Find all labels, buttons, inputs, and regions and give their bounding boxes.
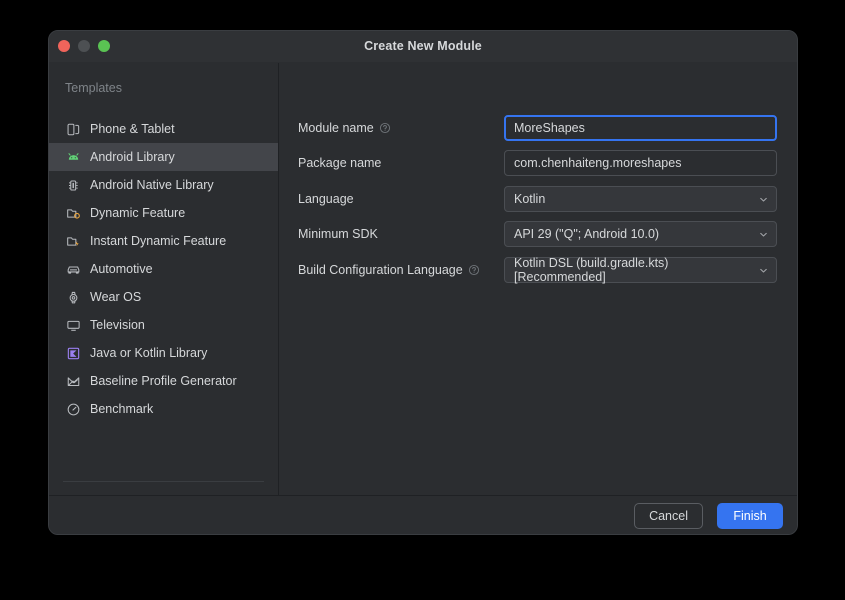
language-label: Language: [298, 192, 354, 206]
form-row-language: Language Kotlin: [298, 186, 777, 212]
module-name-input[interactable]: MoreShapes: [504, 115, 777, 141]
minimum-sdk-value: API 29 ("Q"; Android 10.0): [514, 227, 660, 241]
sidebar-item-automotive[interactable]: Automotive: [49, 255, 278, 283]
minimum-sdk-label: Minimum SDK: [298, 227, 378, 241]
language-value: Kotlin: [514, 192, 546, 206]
sidebar-item-dynamic-feature[interactable]: Dynamic Feature: [49, 199, 278, 227]
minimum-sdk-select[interactable]: API 29 ("Q"; Android 10.0): [504, 221, 777, 247]
sidebar-divider: [63, 481, 264, 482]
window-titlebar: Create New Module: [49, 31, 797, 63]
dynamic-feature-folder-icon: [65, 205, 81, 221]
sidebar-item-label: Automotive: [90, 262, 153, 276]
native-chip-icon: [65, 177, 81, 193]
module-name-label-text: Module name: [298, 121, 374, 135]
package-name-label-text: Package name: [298, 156, 382, 170]
benchmark-speedometer-icon: [65, 401, 81, 417]
sidebar-item-television[interactable]: Television: [49, 311, 278, 339]
templates-list: Phone & Tablet Android Library Android Nat…: [49, 115, 278, 423]
finish-button[interactable]: Finish: [717, 503, 783, 529]
templates-sidebar: Templates Phone & Tablet Android Library A…: [49, 63, 279, 518]
phone-tablet-icon: [65, 121, 81, 137]
sidebar-item-phone-tablet[interactable]: Phone & Tablet: [49, 115, 278, 143]
window-title: Create New Module: [364, 39, 482, 53]
sidebar-item-label: Android Native Library: [90, 178, 214, 192]
templates-heading: Templates: [65, 81, 122, 95]
cancel-button[interactable]: Cancel: [634, 503, 703, 529]
sidebar-item-label: Java or Kotlin Library: [90, 346, 208, 360]
form-row-minimum-sdk: Minimum SDK API 29 ("Q"; Android 10.0): [298, 221, 777, 247]
help-icon[interactable]: [379, 122, 391, 134]
sidebar-item-baseline-profile-generator[interactable]: Baseline Profile Generator: [49, 367, 278, 395]
minimum-sdk-label-text: Minimum SDK: [298, 227, 378, 241]
package-name-value: com.chenhaiteng.moreshapes: [514, 156, 682, 170]
sidebar-item-benchmark[interactable]: Benchmark: [49, 395, 278, 423]
dialog-body: Templates Phone & Tablet Android Library A…: [49, 63, 797, 518]
chevron-down-icon[interactable]: [758, 229, 769, 240]
android-robot-icon: [65, 149, 81, 165]
module-form: Module name MoreShapes Package name com.che…: [279, 63, 797, 495]
sidebar-item-label: Phone & Tablet: [90, 122, 175, 136]
sidebar-item-wear-os[interactable]: Wear OS: [49, 283, 278, 311]
sidebar-item-label: Dynamic Feature: [90, 206, 186, 220]
sidebar-item-label: Android Library: [90, 150, 175, 164]
chevron-down-icon[interactable]: [758, 265, 769, 276]
sidebar-item-android-library[interactable]: Android Library: [49, 143, 278, 171]
sidebar-item-android-native-library[interactable]: Android Native Library: [49, 171, 278, 199]
baseline-profile-icon: [65, 373, 81, 389]
footer-button-group: Cancel Finish: [634, 503, 783, 529]
chevron-down-icon[interactable]: [758, 194, 769, 205]
wear-os-watch-icon: [65, 289, 81, 305]
package-name-input[interactable]: com.chenhaiteng.moreshapes: [504, 150, 777, 176]
sidebar-item-java-or-kotlin-library[interactable]: Java or Kotlin Library: [49, 339, 278, 367]
sidebar-item-label: Wear OS: [90, 290, 142, 304]
language-select[interactable]: Kotlin: [504, 186, 777, 212]
build-configuration-language-select[interactable]: Kotlin DSL (build.gradle.kts) [Recommend…: [504, 256, 777, 284]
form-row-package-name: Package name com.chenhaiteng.moreshapes: [298, 150, 777, 176]
build-configuration-language-label-text: Build Configuration Language: [298, 263, 463, 277]
module-name-label: Module name: [298, 121, 391, 135]
sidebar-item-instant-dynamic-feature[interactable]: Instant Dynamic Feature: [49, 227, 278, 255]
sidebar-item-label: Baseline Profile Generator: [90, 374, 237, 388]
help-icon[interactable]: [468, 264, 480, 276]
form-row-module-name: Module name MoreShapes: [298, 115, 777, 141]
automotive-car-icon: [65, 261, 81, 277]
television-icon: [65, 317, 81, 333]
module-name-value: MoreShapes: [514, 121, 585, 135]
sidebar-item-label: Television: [90, 318, 145, 332]
build-configuration-language-value: Kotlin DSL (build.gradle.kts) [Recommend…: [514, 256, 669, 284]
sidebar-item-label: Instant Dynamic Feature: [90, 234, 227, 248]
instant-dynamic-feature-folder-icon: [65, 233, 81, 249]
java-kotlin-library-icon: [65, 345, 81, 361]
sidebar-item-label: Benchmark: [90, 402, 154, 416]
package-name-label: Package name: [298, 156, 381, 170]
dialog-footer: Cancel Finish: [49, 495, 797, 534]
form-row-build-configuration-language: Build Configuration Language Kotlin DSL (…: [298, 256, 777, 284]
build-configuration-language-label: Build Configuration Language: [298, 263, 480, 277]
create-new-module-dialog: Create New Module Templates Phone & Tabl…: [48, 30, 798, 535]
language-label-text: Language: [298, 192, 354, 206]
